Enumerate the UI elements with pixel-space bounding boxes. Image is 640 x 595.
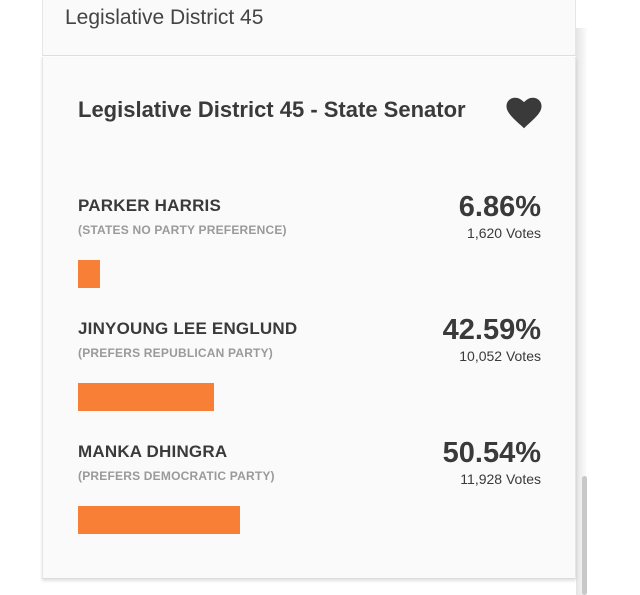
candidate-name: JINYOUNG LEE ENGLUND	[78, 319, 298, 338]
favorite-button[interactable]	[505, 97, 543, 129]
candidate-percent: 6.86%	[458, 191, 541, 223]
candidate-row: MANKA DHINGRA (PREFERS DEMOCRATIC PARTY)…	[43, 437, 577, 552]
candidate-percent: 42.59%	[442, 314, 541, 346]
candidate-party: (PREFERS REPUBLICAN PARTY)	[78, 346, 273, 360]
candidate-party: (PREFERS DEMOCRATIC PARTY)	[78, 469, 275, 483]
candidate-name: PARKER HARRIS	[78, 196, 222, 215]
candidate-name: MANKA DHINGRA	[78, 442, 228, 461]
vote-bar	[78, 260, 100, 288]
candidate-row: PARKER HARRIS (STATES NO PARTY PREFERENC…	[43, 191, 577, 306]
candidate-votes: 1,620 Votes	[467, 225, 541, 241]
vote-bar-track	[78, 506, 398, 534]
heart-icon	[506, 97, 542, 129]
race-results-card: Legislative District 45 - State Senator …	[42, 57, 576, 579]
candidate-percent: 50.54%	[442, 437, 541, 469]
vote-bar-track	[78, 260, 398, 288]
previous-race-title: Legislative District 45	[65, 6, 264, 29]
vote-bar	[78, 383, 214, 411]
vote-bar-track	[78, 383, 398, 411]
scrollbar-thumb[interactable]	[582, 476, 587, 595]
candidate-votes: 11,928 Votes	[460, 471, 541, 487]
candidate-party: (STATES NO PARTY PREFERENCE)	[78, 223, 287, 237]
previous-race-card-header[interactable]: Legislative District 45	[42, 0, 576, 56]
race-title: Legislative District 45 - State Senator	[78, 97, 466, 122]
candidate-votes: 10,052 Votes	[459, 348, 541, 364]
vote-bar	[78, 506, 240, 534]
candidate-row: JINYOUNG LEE ENGLUND (PREFERS REPUBLICAN…	[43, 314, 577, 429]
